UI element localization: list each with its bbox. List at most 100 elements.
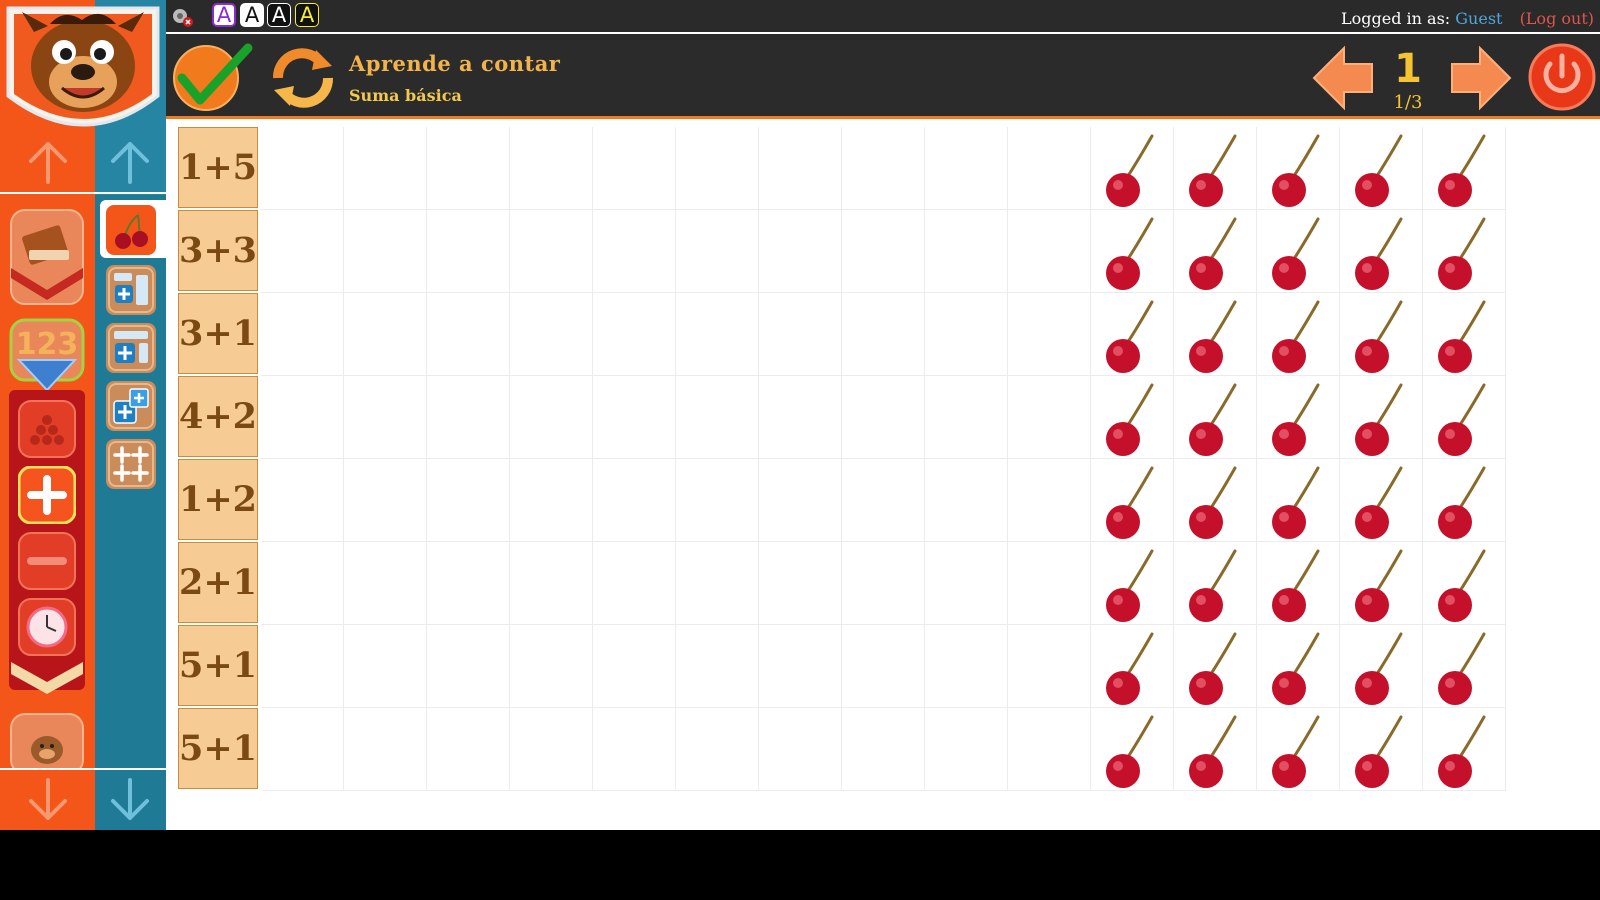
- cherry-icon[interactable]: [1096, 462, 1168, 544]
- grid-cell[interactable]: [842, 625, 925, 708]
- grid-cell[interactable]: [759, 708, 842, 791]
- addition-table-icon[interactable]: [106, 265, 156, 315]
- cherry-icon[interactable]: [1428, 296, 1500, 378]
- grid-cell[interactable]: [427, 127, 510, 210]
- logout-link[interactable]: (Log out): [1520, 9, 1594, 28]
- grid-cell[interactable]: [676, 708, 759, 791]
- grid-cell[interactable]: [427, 293, 510, 376]
- grid-cell[interactable]: [759, 376, 842, 459]
- grid-cell[interactable]: [427, 376, 510, 459]
- grid-cell[interactable]: [344, 625, 427, 708]
- grid-cell[interactable]: [261, 708, 344, 791]
- clock-icon[interactable]: [18, 598, 76, 656]
- grid-cell[interactable]: [510, 459, 593, 542]
- grid-cell[interactable]: [261, 127, 344, 210]
- grid-cell[interactable]: [1008, 127, 1091, 210]
- numbers-icon[interactable]: 123: [9, 318, 85, 392]
- grid-cell[interactable]: [427, 210, 510, 293]
- previous-page-button[interactable]: [1310, 44, 1376, 112]
- grid-cell[interactable]: [676, 293, 759, 376]
- cherry-icon[interactable]: [1096, 379, 1168, 461]
- grid-cell[interactable]: [344, 542, 427, 625]
- grid-cell[interactable]: [261, 376, 344, 459]
- grid-cell[interactable]: [842, 293, 925, 376]
- grid-cell[interactable]: [676, 376, 759, 459]
- grid-cell[interactable]: [925, 459, 1008, 542]
- grid-cell[interactable]: [510, 625, 593, 708]
- grid-cell[interactable]: [510, 293, 593, 376]
- cherry-icon[interactable]: [1345, 545, 1417, 627]
- cherry-icon[interactable]: [1179, 711, 1251, 793]
- grid-cell[interactable]: [510, 376, 593, 459]
- grid-cell[interactable]: [344, 293, 427, 376]
- grid-cell[interactable]: [676, 625, 759, 708]
- cherry-icon[interactable]: [1345, 213, 1417, 295]
- grid-cell[interactable]: [510, 127, 593, 210]
- cherry-icon[interactable]: [1428, 545, 1500, 627]
- cherry-icon[interactable]: [1345, 296, 1417, 378]
- grid-cell[interactable]: [842, 459, 925, 542]
- cherry-icon[interactable]: [1096, 213, 1168, 295]
- activity-scroll-down-button[interactable]: [106, 774, 154, 824]
- cherry-icon[interactable]: [1428, 213, 1500, 295]
- cherry-icon[interactable]: [1262, 130, 1334, 212]
- grid-cell[interactable]: [344, 459, 427, 542]
- grid-cell[interactable]: [1008, 708, 1091, 791]
- grid-cell[interactable]: [593, 625, 676, 708]
- grid-cell[interactable]: [676, 127, 759, 210]
- cherry-icon[interactable]: [1179, 379, 1251, 461]
- check-icon[interactable]: [170, 42, 254, 112]
- grid-cell[interactable]: [427, 708, 510, 791]
- grid-cell[interactable]: [510, 542, 593, 625]
- grid-cell[interactable]: [925, 376, 1008, 459]
- grid-cell[interactable]: [925, 542, 1008, 625]
- grid-cell[interactable]: [925, 708, 1008, 791]
- font-style-white-button[interactable]: A: [240, 3, 264, 27]
- cherry-icon[interactable]: [1179, 296, 1251, 378]
- grid-cell[interactable]: [925, 293, 1008, 376]
- cherry-icon[interactable]: [1096, 296, 1168, 378]
- cherry-icon[interactable]: [1428, 628, 1500, 710]
- activity-scroll-up-button[interactable]: [106, 138, 154, 188]
- grid-cell[interactable]: [593, 708, 676, 791]
- cherry-icon[interactable]: [1262, 213, 1334, 295]
- cherry-icon[interactable]: [1345, 379, 1417, 461]
- cherry-icon[interactable]: [1262, 628, 1334, 710]
- cherry-icon[interactable]: [1262, 462, 1334, 544]
- cherry-icon[interactable]: [1179, 130, 1251, 212]
- grid-cell[interactable]: [261, 459, 344, 542]
- grid-cell[interactable]: [676, 459, 759, 542]
- sound-off-icon[interactable]: [170, 6, 194, 28]
- mascot-icon[interactable]: [9, 712, 85, 768]
- cherry-icon[interactable]: [1262, 296, 1334, 378]
- cherry-icon[interactable]: [1428, 462, 1500, 544]
- grid-cell[interactable]: [676, 542, 759, 625]
- cherry-icon[interactable]: [1179, 213, 1251, 295]
- grid-cell[interactable]: [842, 210, 925, 293]
- grid-cell[interactable]: [510, 210, 593, 293]
- user-link[interactable]: Guest: [1455, 9, 1502, 28]
- grid-cell[interactable]: [261, 542, 344, 625]
- grid-cell[interactable]: [759, 127, 842, 210]
- power-icon[interactable]: [1528, 42, 1596, 112]
- grid-cell[interactable]: [427, 542, 510, 625]
- category-scroll-down-button[interactable]: [24, 774, 72, 824]
- multi-addition-icon[interactable]: [106, 439, 156, 489]
- cherry-icon[interactable]: [1345, 130, 1417, 212]
- cherry-icon[interactable]: [1096, 628, 1168, 710]
- grid-cell[interactable]: [676, 210, 759, 293]
- cherry-icon[interactable]: [1428, 379, 1500, 461]
- grid-cell[interactable]: [593, 376, 676, 459]
- grid-cell[interactable]: [925, 127, 1008, 210]
- cherry-icon[interactable]: [1428, 130, 1500, 212]
- cherry-icon[interactable]: [1345, 628, 1417, 710]
- refresh-icon[interactable]: [268, 44, 338, 112]
- counting-balls-icon[interactable]: [18, 400, 76, 458]
- grid-cell[interactable]: [1008, 542, 1091, 625]
- cherry-icon[interactable]: [1179, 628, 1251, 710]
- cherry-icon[interactable]: [1262, 379, 1334, 461]
- grid-cell[interactable]: [427, 625, 510, 708]
- grid-cell[interactable]: [593, 293, 676, 376]
- font-style-black-button[interactable]: A: [267, 3, 291, 27]
- grid-cell[interactable]: [759, 293, 842, 376]
